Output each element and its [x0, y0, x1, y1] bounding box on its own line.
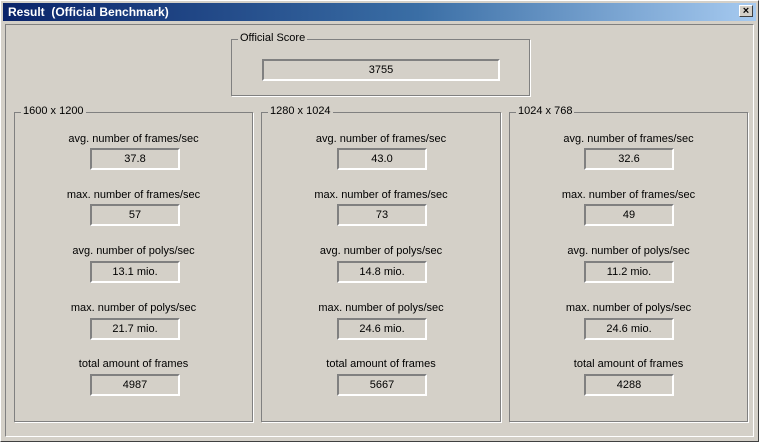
- resolution-group-1024x768: 1024 x 768 avg. number of frames/sec 32.…: [509, 105, 748, 422]
- official-score-field: 3755: [262, 59, 500, 81]
- stat-label-avg-polys: avg. number of polys/sec: [319, 245, 443, 257]
- stat-label-total-frames: total amount of frames: [326, 358, 436, 370]
- close-icon: ×: [742, 5, 750, 17]
- stat-label-avg-polys: avg. number of polys/sec: [567, 245, 690, 257]
- stat-label-max-polys: max. number of polys/sec: [565, 302, 692, 314]
- official-score-group: Official Score 3755: [231, 32, 530, 96]
- title-bar[interactable]: Result (Official Benchmark) ×: [3, 3, 756, 21]
- stat-label-avg-fps: avg. number of frames/sec: [563, 133, 694, 145]
- resolution-legend: 1600 x 1200: [21, 105, 86, 117]
- resolution-legend: 1280 x 1024: [268, 105, 333, 117]
- stat-label-total-frames: total amount of frames: [573, 358, 684, 370]
- stat-label-max-fps: max. number of frames/sec: [66, 189, 201, 201]
- stat-value-max-polys: 24.6 mio.: [584, 318, 674, 340]
- stat-value-total-frames: 5667: [337, 374, 427, 396]
- stat-value-max-fps: 73: [337, 204, 427, 226]
- stat-value-max-fps: 57: [90, 204, 180, 226]
- resolution-group-1600x1200: 1600 x 1200 avg. number of frames/sec 37…: [14, 105, 253, 422]
- result-window: Result (Official Benchmark) × Official S…: [0, 0, 759, 442]
- stat-value-total-frames: 4288: [584, 374, 674, 396]
- stat-value-avg-fps: 32.6: [584, 148, 674, 170]
- stat-label-max-polys: max. number of polys/sec: [318, 302, 444, 314]
- stat-value-avg-polys: 11.2 mio.: [584, 261, 674, 283]
- stat-label-avg-fps: avg. number of frames/sec: [315, 133, 447, 145]
- stat-value-max-polys: 21.7 mio.: [90, 318, 180, 340]
- stat-value-max-polys: 24.6 mio.: [337, 318, 427, 340]
- stat-label-max-polys: max. number of polys/sec: [70, 302, 197, 314]
- stat-value-total-frames: 4987: [90, 374, 180, 396]
- window-title: Result (Official Benchmark): [8, 5, 169, 19]
- stat-value-avg-fps: 37.8: [90, 148, 180, 170]
- stat-label-avg-polys: avg. number of polys/sec: [72, 245, 195, 257]
- official-score-legend: Official Score: [238, 32, 308, 44]
- stat-value-max-fps: 49: [584, 204, 674, 226]
- close-button[interactable]: ×: [739, 5, 753, 17]
- stat-label-total-frames: total amount of frames: [78, 358, 189, 370]
- stat-value-avg-fps: 43.0: [337, 148, 427, 170]
- stat-value-avg-polys: 13.1 mio.: [90, 261, 180, 283]
- resolution-legend: 1024 x 768: [516, 105, 575, 117]
- stat-value-avg-polys: 14.8 mio.: [337, 261, 427, 283]
- resolution-group-1280x1024: 1280 x 1024 avg. number of frames/sec 43…: [261, 105, 501, 422]
- stat-label-avg-fps: avg. number of frames/sec: [68, 133, 199, 145]
- stat-label-max-fps: max. number of frames/sec: [314, 189, 448, 201]
- stat-label-max-fps: max. number of frames/sec: [561, 189, 696, 201]
